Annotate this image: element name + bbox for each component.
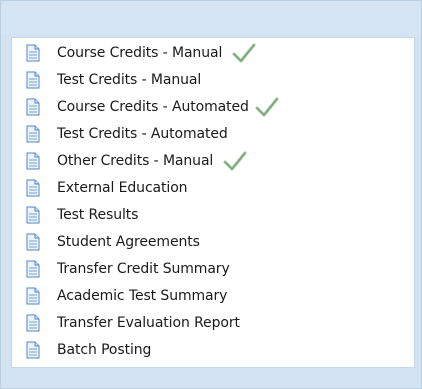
document-icon [26,98,40,116]
menu-item-label: Course Credits - Automated [57,99,249,115]
menu-item-label: Batch Posting [57,342,152,358]
menu-item-transfer-credit-summary[interactable]: Transfer Credit Summary [26,258,230,280]
document-icon [26,287,40,305]
checkmark-icon [223,151,247,171]
menu-list: Course Credits - Manual Test Credits - M… [11,37,415,368]
document-icon [26,233,40,251]
menu-item-label: Test Credits - Manual [57,72,202,88]
menu-item-course-credits-automated[interactable]: Course Credits - Automated [26,96,279,118]
menu-item-label: External Education [57,180,188,196]
document-icon [26,71,40,89]
menu-item-transfer-evaluation-report[interactable]: Transfer Evaluation Report [26,312,240,334]
document-icon [26,341,40,359]
document-icon [26,179,40,197]
document-icon [26,152,40,170]
panel-header [1,1,421,34]
menu-item-label: Other Credits - Manual [57,153,214,169]
document-icon [26,44,40,62]
menu-item-label: Transfer Evaluation Report [57,315,240,331]
menu-item-label: Test Credits - Automated [57,126,228,142]
menu-item-test-results[interactable]: Test Results [26,204,138,226]
menu-item-label: Course Credits - Manual [57,45,223,61]
menu-item-academic-test-summary[interactable]: Academic Test Summary [26,285,227,307]
menu-item-label: Student Agreements [57,234,200,250]
menu-item-student-agreements[interactable]: Student Agreements [26,231,200,253]
navigation-panel: Course Credits - Manual Test Credits - M… [0,0,422,389]
menu-item-other-credits-manual[interactable]: Other Credits - Manual [26,150,247,172]
checkmark-icon [232,43,256,63]
checkmark-icon [255,97,279,117]
document-icon [26,125,40,143]
menu-item-batch-posting[interactable]: Batch Posting [26,339,151,361]
menu-item-external-education[interactable]: External Education [26,177,188,199]
menu-item-label: Academic Test Summary [57,288,228,304]
menu-item-test-credits-automated[interactable]: Test Credits - Automated [26,123,228,145]
document-icon [26,314,40,332]
menu-item-course-credits-manual[interactable]: Course Credits - Manual [26,42,256,64]
menu-item-label: Transfer Credit Summary [57,261,230,277]
menu-item-label: Test Results [57,207,139,223]
document-icon [26,260,40,278]
document-icon [26,206,40,224]
menu-item-test-credits-manual[interactable]: Test Credits - Manual [26,69,201,91]
